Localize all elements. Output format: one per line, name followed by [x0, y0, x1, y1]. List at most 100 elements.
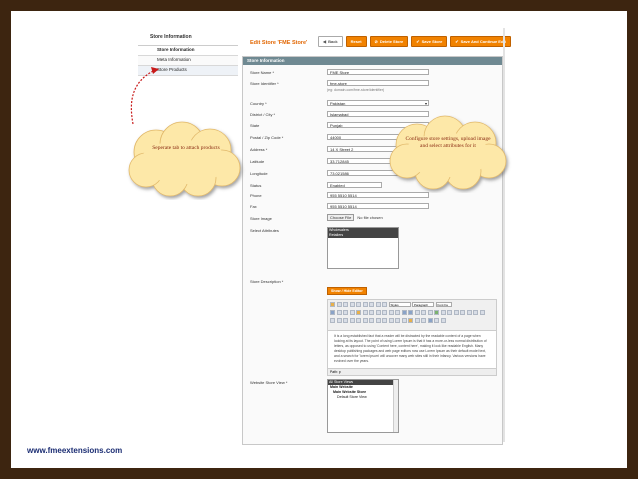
ltr-icon[interactable]	[434, 318, 439, 323]
redo-icon[interactable]	[408, 310, 413, 315]
reset-button[interactable]: Reset	[345, 36, 367, 47]
store-view-option[interactable]: Default Store View	[328, 395, 398, 400]
bullet-list-icon[interactable]	[369, 310, 374, 315]
save-button-label: Save Store	[421, 39, 443, 44]
toolbar-row-2	[330, 310, 485, 315]
store-identifier-input[interactable]: fme-store	[327, 80, 429, 86]
description-editor: Show / Hide Editor Styles Paragraph Font…	[327, 277, 497, 376]
store-name-input[interactable]: FME Store	[327, 69, 429, 75]
media-icon[interactable]	[414, 318, 420, 323]
country-label: Country *	[250, 101, 267, 106]
sidebar-item-store-information[interactable]: Store Information	[138, 46, 238, 56]
show-hide-editor-button[interactable]: Show / Hide Editor	[327, 287, 367, 295]
back-button-label: Back	[328, 39, 338, 44]
attributes-multiselect[interactable]: Wholesalers Retailers	[327, 227, 399, 269]
delete-store-button[interactable]: ⊘ Delete Store	[369, 36, 409, 47]
editor-content[interactable]: It is a long established fact that a rea…	[327, 331, 497, 369]
file-status: No file chosen	[357, 215, 383, 220]
save-store-button[interactable]: ✔ Save Store	[411, 36, 448, 47]
choose-file-button[interactable]: Choose File	[327, 214, 355, 221]
align-right-icon[interactable]	[375, 302, 381, 307]
cleanup-icon[interactable]	[440, 310, 446, 315]
address-label: Address *	[250, 147, 268, 152]
strikethrough-icon[interactable]	[356, 302, 361, 307]
attribute-option[interactable]: Retailers	[328, 233, 398, 238]
emotions-icon[interactable]	[408, 318, 413, 323]
bold-icon[interactable]	[336, 302, 342, 307]
unlink-icon[interactable]	[421, 310, 426, 315]
time-icon[interactable]	[466, 310, 472, 315]
save-continue-button[interactable]: ✔ Save And Continue Edit	[450, 36, 511, 47]
numbered-list-icon[interactable]	[375, 310, 381, 315]
delete-row-icon[interactable]	[356, 318, 361, 323]
store-view-multiselect[interactable]: All Store Views Main Website Main Websit…	[327, 379, 399, 433]
table-icon[interactable]	[330, 318, 335, 323]
copy-icon[interactable]	[336, 310, 342, 315]
underline-icon[interactable]	[349, 302, 355, 307]
outdent-icon[interactable]	[382, 310, 387, 315]
callout-left-cloud	[128, 121, 241, 197]
forecolor-icon[interactable]	[479, 310, 485, 315]
status-select[interactable]: Enabled	[327, 182, 382, 188]
callout-right-text: Configure store settings, upload image a…	[405, 136, 491, 149]
hr-icon[interactable]	[375, 318, 381, 323]
subscript-icon[interactable]	[388, 318, 394, 323]
page-scrollbar[interactable]	[503, 28, 505, 442]
paste-icon[interactable]	[343, 310, 348, 315]
store-identifier-label: Store Identifier *	[250, 81, 279, 86]
delete-col-icon[interactable]	[369, 318, 374, 323]
styles-select[interactable]: Styles	[388, 302, 411, 307]
country-value: Pakistan	[330, 101, 346, 106]
anchor-icon[interactable]	[427, 310, 433, 315]
preview-icon[interactable]	[473, 310, 478, 315]
store-description-label: Store Description *	[250, 279, 284, 284]
save-continue-label: Save And Continue Edit	[460, 39, 506, 44]
print-icon[interactable]	[421, 318, 426, 323]
undo-icon[interactable]	[401, 310, 407, 315]
new-document-icon[interactable]	[330, 302, 335, 307]
code-icon[interactable]	[453, 310, 459, 315]
row-props-icon[interactable]	[336, 318, 342, 323]
format-select[interactable]: Paragraph	[412, 302, 434, 307]
insert-col-icon[interactable]	[362, 318, 368, 323]
phone-label: Phone	[250, 193, 262, 198]
superscript-icon[interactable]	[395, 318, 400, 323]
fullscreen-icon[interactable]	[427, 318, 433, 323]
image-icon[interactable]	[434, 310, 439, 315]
align-left-icon[interactable]	[362, 302, 368, 307]
align-center-icon[interactable]	[369, 302, 374, 307]
link-icon[interactable]	[414, 310, 420, 315]
date-icon[interactable]	[460, 310, 465, 315]
sidebar-header: Store Information	[138, 28, 238, 46]
justify-icon[interactable]	[382, 302, 387, 307]
cell-props-icon[interactable]	[343, 318, 348, 323]
postal-zip-label: Postal / Zip Code *	[250, 135, 284, 140]
editor-path: Path: p	[327, 369, 497, 376]
delete-icon: ⊘	[374, 39, 378, 44]
country-select[interactable]: Pakistan ▾	[327, 100, 429, 106]
store-identifier-hint: (eg: domain.com/fme-store/identifier)	[327, 88, 385, 92]
blockquote-icon[interactable]	[395, 310, 400, 315]
back-button[interactable]: ◀ Back	[318, 36, 343, 47]
delete-button-label: Delete Store	[379, 39, 404, 44]
footer-url: www.fmeextensions.com	[27, 446, 123, 455]
italic-icon[interactable]	[343, 302, 348, 307]
help-icon[interactable]	[447, 310, 452, 315]
store-image-picker: Choose File No file chosen	[327, 214, 383, 221]
panel-title: Store Information	[243, 57, 502, 65]
longitude-label: Longitude	[250, 171, 268, 176]
cut-icon[interactable]	[330, 310, 335, 315]
rtl-icon[interactable]	[440, 318, 446, 323]
status-label: Status	[250, 183, 262, 188]
insert-row-icon[interactable]	[349, 318, 355, 323]
font-family-select[interactable]: Font Fa	[435, 302, 452, 307]
paste-text-icon[interactable]	[349, 310, 355, 315]
fax-label: Fax	[250, 204, 257, 209]
store-view-scrollbar[interactable]	[393, 380, 398, 432]
replace-icon[interactable]	[362, 310, 368, 315]
remove-format-icon[interactable]	[382, 318, 387, 323]
fax-input[interactable]: 955 5510 5514	[327, 203, 429, 209]
find-icon[interactable]	[356, 310, 361, 315]
charmap-icon[interactable]	[401, 318, 407, 323]
indent-icon[interactable]	[388, 310, 394, 315]
